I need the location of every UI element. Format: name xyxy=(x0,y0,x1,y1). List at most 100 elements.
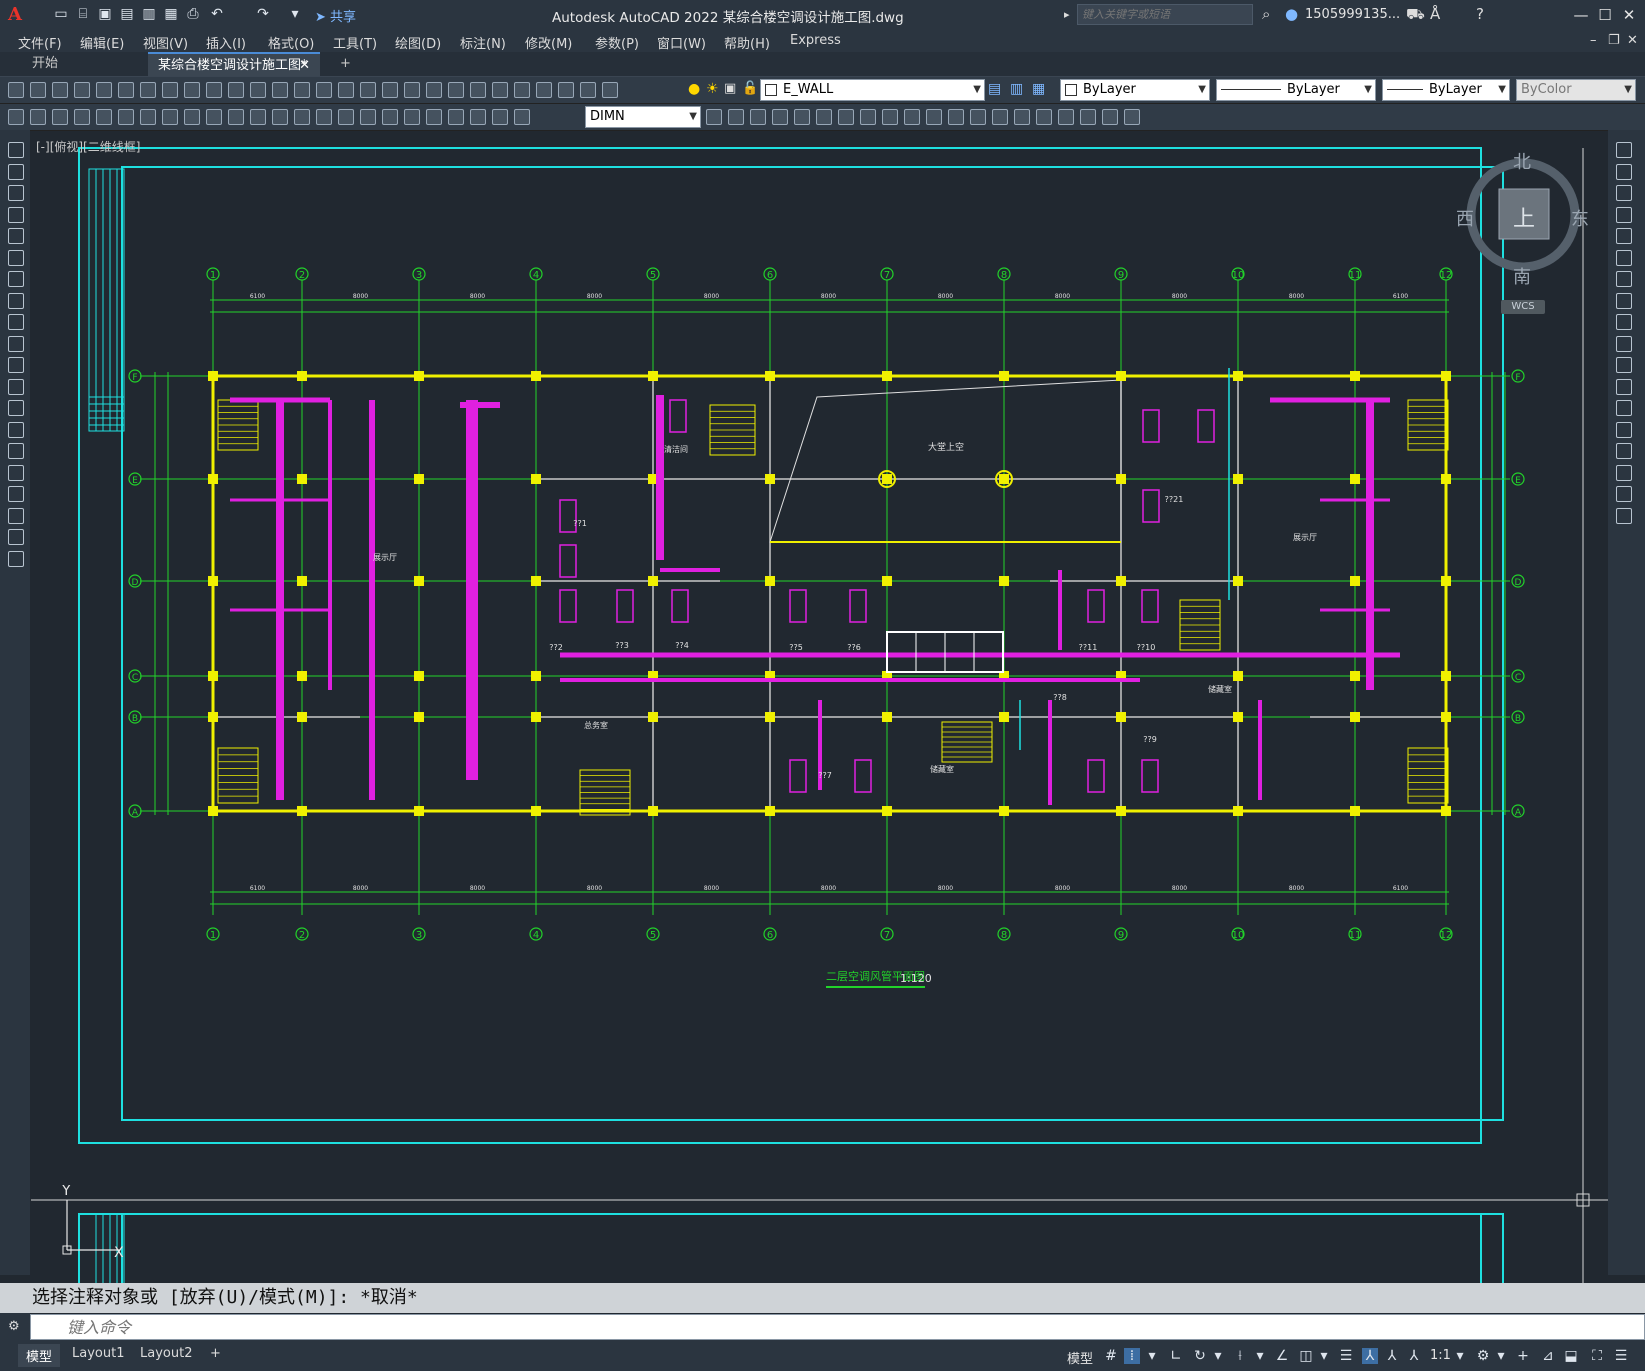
annotation-visibility-icon[interactable]: ⅄ xyxy=(1362,1348,1378,1364)
viewcube-top-face[interactable]: 上 xyxy=(1513,201,1535,233)
model-space-button[interactable]: 模型 xyxy=(1067,1348,1093,1367)
modify-tool-icon[interactable] xyxy=(970,109,986,125)
grid-icon[interactable]: # xyxy=(1103,1348,1119,1364)
command-input[interactable] xyxy=(30,1314,1645,1340)
layout-tab-2[interactable]: Layout2 xyxy=(132,1344,200,1363)
standard-tool-icon[interactable] xyxy=(602,82,618,98)
modify-tool-icon[interactable] xyxy=(1058,109,1074,125)
dimension-tool-icon[interactable] xyxy=(470,109,486,125)
draw-tool-icon[interactable] xyxy=(8,378,24,395)
tab-start[interactable]: 开始 xyxy=(22,52,140,76)
dimension-tool-icon[interactable] xyxy=(250,109,266,125)
layer-sun-icon[interactable]: ☀ xyxy=(706,81,719,97)
dimension-tool-icon[interactable] xyxy=(360,109,376,125)
wcs-menu[interactable]: WCS xyxy=(1501,300,1545,314)
standard-tool-icon[interactable] xyxy=(514,82,530,98)
standard-tool-icon[interactable] xyxy=(448,82,464,98)
doc-restore-icon[interactable]: ❐ xyxy=(1608,33,1620,48)
cart-icon[interactable]: ⛟ xyxy=(1406,5,1425,25)
viewcube-north[interactable]: 北 xyxy=(1513,148,1531,174)
modify-tool-icon[interactable] xyxy=(838,109,854,125)
modify-tool-icon[interactable] xyxy=(1080,109,1096,125)
share-button[interactable]: ➤ 共享 xyxy=(315,6,356,25)
menu-draw[interactable]: 绘图(D) xyxy=(395,33,441,52)
viewcube-east[interactable]: 东 xyxy=(1571,205,1589,231)
draw-tool-icon[interactable] xyxy=(8,486,24,502)
standard-tool-icon[interactable] xyxy=(558,82,574,98)
modify-tool-icon[interactable] xyxy=(816,109,832,125)
web-open-icon[interactable]: ▥ xyxy=(140,6,158,22)
standard-tool-icon[interactable] xyxy=(140,82,156,98)
menu-window[interactable]: 窗口(W) xyxy=(657,33,706,52)
standard-tool-icon[interactable] xyxy=(316,82,332,98)
modify-tool-icon[interactable] xyxy=(772,109,788,125)
draw-tool-icon[interactable] xyxy=(8,443,24,459)
viewcube-south[interactable]: 南 xyxy=(1513,263,1531,289)
modify-tool-icon[interactable] xyxy=(1616,507,1632,524)
tab-close-icon[interactable]: ✕ xyxy=(299,54,310,78)
layer-previous-icon[interactable]: ▥ xyxy=(1010,81,1023,97)
clean-screen-icon[interactable]: ⛶ xyxy=(1589,1348,1605,1364)
annotation-scale-icon[interactable]: ⅄ xyxy=(1406,1348,1422,1364)
standard-tool-icon[interactable] xyxy=(74,82,90,98)
standard-tool-icon[interactable] xyxy=(338,82,354,98)
layer-lightbulb-icon[interactable]: ● xyxy=(688,81,700,97)
object-snap-tracking-icon[interactable]: ∠ xyxy=(1274,1348,1290,1364)
modify-tool-icon[interactable] xyxy=(1616,314,1632,330)
new-tab-button[interactable]: + xyxy=(330,52,361,76)
modify-tool-icon[interactable] xyxy=(1616,228,1632,244)
auto-scale-icon[interactable]: ⅄ xyxy=(1384,1348,1400,1364)
modify-tool-icon[interactable] xyxy=(794,109,810,125)
modify-tool-icon[interactable] xyxy=(1616,421,1632,438)
dropdown-icon[interactable]: ▾ xyxy=(1316,1348,1332,1364)
dimension-tool-icon[interactable] xyxy=(118,109,134,125)
dimension-tool-icon[interactable] xyxy=(316,109,332,125)
make-current-layer-icon[interactable]: ▤ xyxy=(988,81,1001,97)
modify-tool-icon[interactable] xyxy=(728,109,744,125)
dimension-tool-icon[interactable] xyxy=(448,109,464,125)
dimension-tool-icon[interactable] xyxy=(294,109,310,125)
draw-tool-icon[interactable] xyxy=(8,335,24,352)
user-account[interactable]: 1505999135... xyxy=(1305,7,1400,22)
menu-file[interactable]: 文件(F) xyxy=(18,33,62,52)
autocad-logo-icon[interactable]: A xyxy=(8,4,22,25)
standard-tool-icon[interactable] xyxy=(184,82,200,98)
keyword-search-input[interactable] xyxy=(1077,4,1253,25)
standard-tool-icon[interactable] xyxy=(426,82,442,98)
standard-tool-icon[interactable] xyxy=(492,82,508,98)
draw-tool-icon[interactable] xyxy=(8,185,24,201)
dropdown-icon[interactable]: ▾ xyxy=(1252,1348,1268,1364)
layer-lock-icon[interactable]: 🔓 xyxy=(742,81,758,96)
polar-icon[interactable]: ↻ xyxy=(1192,1348,1208,1364)
workspace-gear-icon[interactable]: ⚙ xyxy=(1475,1348,1491,1364)
dimension-tool-icon[interactable] xyxy=(228,109,244,125)
maximize-icon[interactable]: ☐ xyxy=(1592,5,1618,25)
dimension-tool-icon[interactable] xyxy=(382,109,398,125)
draw-tool-icon[interactable] xyxy=(8,271,24,287)
isodraft-icon[interactable]: ⟊ xyxy=(1232,1348,1248,1364)
dimension-tool-icon[interactable] xyxy=(404,109,420,125)
chevron-right-icon[interactable]: ▸ xyxy=(1064,8,1070,21)
modify-tool-icon[interactable] xyxy=(1616,142,1632,158)
standard-tool-icon[interactable] xyxy=(404,82,420,98)
draw-tool-icon[interactable] xyxy=(8,314,24,330)
standard-tool-icon[interactable] xyxy=(250,82,266,98)
modify-tool-icon[interactable] xyxy=(1014,109,1030,125)
dimension-tool-icon[interactable] xyxy=(492,109,508,125)
dimension-tool-icon[interactable] xyxy=(52,109,68,125)
undo-icon[interactable]: ↶ xyxy=(208,6,226,22)
menu-view[interactable]: 视图(V) xyxy=(143,33,188,52)
lineweight-combo[interactable]: ByLayer ▼ xyxy=(1382,79,1510,101)
draw-tool-icon[interactable] xyxy=(8,357,24,373)
menu-format[interactable]: 格式(O) xyxy=(268,33,314,52)
standard-tool-icon[interactable] xyxy=(8,82,24,98)
layer-viewport-freeze-icon[interactable]: ▣ xyxy=(724,81,736,96)
modify-tool-icon[interactable] xyxy=(1616,464,1632,481)
dimension-tool-icon[interactable] xyxy=(272,109,288,125)
viewcube[interactable]: 北 南 东 西 上 WCS xyxy=(1456,152,1589,325)
standard-tool-icon[interactable] xyxy=(360,82,376,98)
add-layout-button[interactable]: + xyxy=(202,1344,229,1363)
standard-tool-icon[interactable] xyxy=(118,82,134,98)
modify-tool-icon[interactable] xyxy=(1036,109,1052,125)
menu-express[interactable]: Express xyxy=(790,33,841,48)
